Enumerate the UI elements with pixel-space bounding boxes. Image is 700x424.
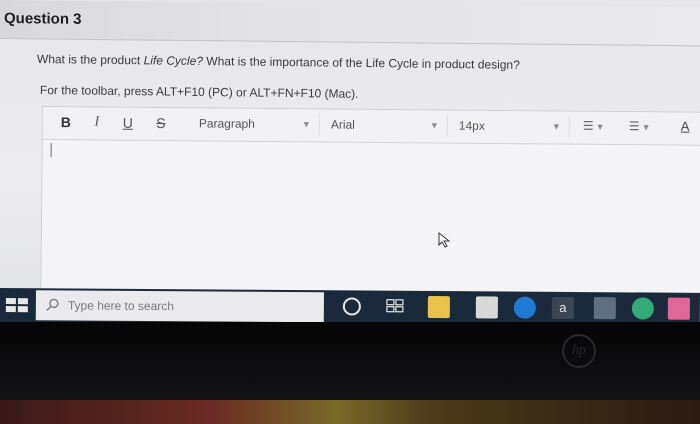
numbered-list-button[interactable]: ☰ ▼: [629, 119, 659, 135]
answer-editor[interactable]: B I U S Paragraph ▼ Arial ▼ 14px ▼ ☰ ▼ ☰ ▼: [40, 106, 700, 305]
file-explorer-icon[interactable]: [427, 295, 450, 319]
bullet-list-button[interactable]: ☰ ▼: [583, 119, 613, 135]
question-title: Question 3: [4, 10, 82, 28]
prompt-emphasis: Life Cycle?: [143, 53, 204, 69]
text-color-button[interactable]: A: [681, 119, 690, 134]
store-icon[interactable]: [475, 296, 498, 319]
underline-button[interactable]: U: [121, 113, 135, 133]
font-select[interactable]: Arial ▼: [328, 113, 448, 137]
editor-toolbar: B I U S Paragraph ▼ Arial ▼ 14px ▼ ☰ ▼ ☰ ▼: [42, 107, 700, 146]
bold-button[interactable]: B: [59, 112, 73, 132]
chevron-down-icon: ▼: [641, 122, 651, 133]
prompt-text-1: What is the product: [36, 52, 144, 68]
text-caret: [50, 143, 52, 158]
font-size-select[interactable]: 14px ▼: [456, 114, 570, 138]
font-size-select-value: 14px: [458, 118, 485, 133]
keyboard-edge: [0, 400, 700, 424]
edge-browser-icon[interactable]: [513, 296, 536, 319]
strikethrough-button[interactable]: S: [153, 113, 169, 133]
paragraph-select-value: Paragraph: [198, 116, 255, 131]
mouse-pointer-icon: [438, 232, 451, 248]
windows-taskbar: Type here to search a: [0, 288, 700, 322]
prompt-text-2: What is the importance of the Life Cycle…: [202, 54, 520, 72]
bullet-list-icon: ☰: [582, 118, 594, 133]
chrome-icon[interactable]: [631, 297, 654, 320]
screen: Question 3 What is the product Life Cycl…: [0, 0, 700, 322]
task-view-icon[interactable]: [386, 299, 404, 313]
chevron-down-icon: ▼: [551, 121, 561, 132]
question-header: Question 3: [0, 0, 700, 47]
chevron-down-icon: ▼: [301, 119, 311, 130]
search-placeholder: Type here to search: [67, 298, 174, 314]
paragraph-select[interactable]: Paragraph ▼: [192, 112, 320, 136]
windows-start-icon[interactable]: [0, 292, 36, 318]
amazon-icon[interactable]: a: [551, 296, 574, 320]
search-icon: [46, 298, 59, 311]
numbered-list-icon: ☰: [628, 119, 640, 134]
taskbar-search-box[interactable]: Type here to search: [35, 290, 324, 322]
question-prompt: What is the product Life Cycle? What is …: [37, 52, 520, 72]
chevron-down-icon: ▼: [595, 121, 605, 132]
cortana-icon[interactable]: [342, 297, 361, 316]
app-icon[interactable]: [667, 297, 690, 320]
app-icon[interactable]: [593, 297, 616, 320]
italic-button[interactable]: I: [90, 112, 104, 132]
hp-logo: hp: [562, 334, 596, 368]
toolbar-hint: For the toolbar, press ALT+F10 (PC) or A…: [39, 83, 359, 101]
chevron-down-icon: ▼: [429, 120, 439, 131]
font-select-value: Arial: [330, 117, 355, 132]
